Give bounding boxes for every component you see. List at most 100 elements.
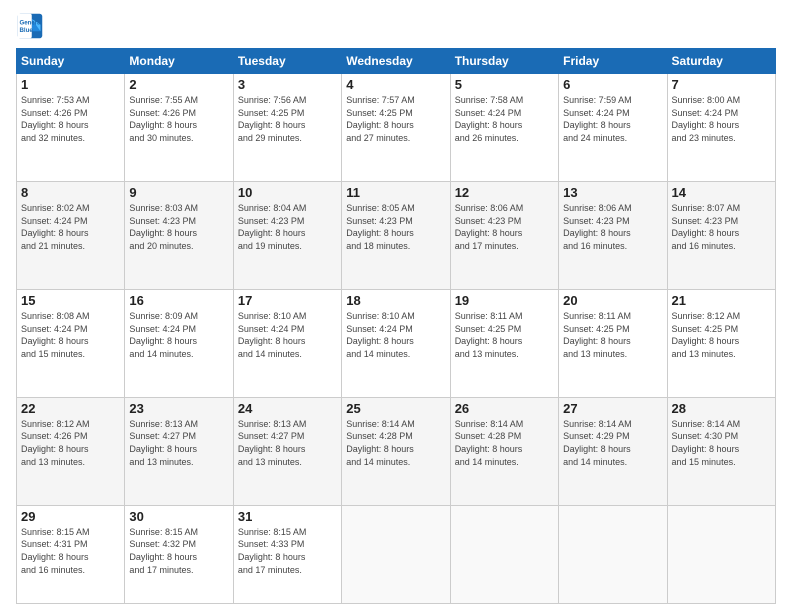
calendar-cell: 15Sunrise: 8:08 AMSunset: 4:24 PMDayligh… — [17, 289, 125, 397]
day-info: Sunrise: 7:56 AMSunset: 4:25 PMDaylight:… — [238, 94, 337, 144]
day-info: Sunrise: 8:10 AMSunset: 4:24 PMDaylight:… — [238, 310, 337, 360]
day-number: 3 — [238, 77, 337, 92]
calendar-cell: 5 Sunrise: 7:58 AMSunset: 4:24 PMDaylight… — [450, 74, 558, 182]
day-info: Sunrise: 8:09 AMSunset: 4:24 PMDaylight:… — [129, 310, 228, 360]
calendar-cell — [342, 505, 450, 603]
calendar-cell: 16 Sunrise: 8:09 AMSunset: 4:24 PMDayligh… — [125, 289, 233, 397]
day-number: 27 — [563, 401, 662, 416]
calendar-week-row: 8 Sunrise: 8:02 AMSunset: 4:24 PMDaylight… — [17, 181, 776, 289]
day-number: 5 — [455, 77, 554, 92]
day-number: 7 — [672, 77, 771, 92]
day-number: 20 — [563, 293, 662, 308]
day-info: Sunrise: 8:15 AMSunset: 4:31 PMDaylight:… — [21, 526, 120, 576]
day-info: Sunrise: 8:14 AMSunset: 4:28 PMDaylight:… — [455, 418, 554, 468]
calendar-cell: 3 Sunrise: 7:56 AMSunset: 4:25 PMDaylight… — [233, 74, 341, 182]
calendar-cell: 28 Sunrise: 8:14 AMSunset: 4:30 PMDayligh… — [667, 397, 775, 505]
calendar-header-sunday: Sunday — [17, 49, 125, 74]
day-number: 4 — [346, 77, 445, 92]
calendar-cell — [450, 505, 558, 603]
day-number: 13 — [563, 185, 662, 200]
day-info: Sunrise: 7:57 AMSunset: 4:25 PMDaylight:… — [346, 94, 445, 144]
day-info: Sunrise: 8:12 AMSunset: 4:25 PMDaylight:… — [672, 310, 771, 360]
calendar-cell: 6Sunrise: 7:59 AMSunset: 4:24 PMDaylight… — [559, 74, 667, 182]
day-number: 15 — [21, 293, 120, 308]
calendar-cell: 14 Sunrise: 8:07 AMSunset: 4:23 PMDayligh… — [667, 181, 775, 289]
calendar-cell: 9 Sunrise: 8:03 AMSunset: 4:23 PMDaylight… — [125, 181, 233, 289]
day-info: Sunrise: 8:05 AMSunset: 4:23 PMDaylight:… — [346, 202, 445, 252]
day-info: Sunrise: 8:12 AMSunset: 4:26 PMDaylight:… — [21, 418, 120, 468]
calendar-cell: 10Sunrise: 8:04 AMSunset: 4:23 PMDayligh… — [233, 181, 341, 289]
day-number: 10 — [238, 185, 337, 200]
day-number: 8 — [21, 185, 120, 200]
day-info: Sunrise: 8:13 AMSunset: 4:27 PMDaylight:… — [129, 418, 228, 468]
calendar-cell: 22Sunrise: 8:12 AMSunset: 4:26 PMDayligh… — [17, 397, 125, 505]
calendar-cell: 31Sunrise: 8:15 AMSunset: 4:33 PMDayligh… — [233, 505, 341, 603]
day-number: 25 — [346, 401, 445, 416]
day-number: 17 — [238, 293, 337, 308]
day-number: 29 — [21, 509, 120, 524]
calendar-cell: 24 Sunrise: 8:13 AMSunset: 4:27 PMDayligh… — [233, 397, 341, 505]
calendar-header-thursday: Thursday — [450, 49, 558, 74]
day-info: Sunrise: 8:15 AMSunset: 4:32 PMDaylight:… — [129, 526, 228, 576]
calendar-header-tuesday: Tuesday — [233, 49, 341, 74]
day-number: 31 — [238, 509, 337, 524]
calendar-cell: 19Sunrise: 8:11 AMSunset: 4:25 PMDayligh… — [450, 289, 558, 397]
day-number: 28 — [672, 401, 771, 416]
calendar-cell: 2 Sunrise: 7:55 AMSunset: 4:26 PMDaylight… — [125, 74, 233, 182]
calendar-cell: 23 Sunrise: 8:13 AMSunset: 4:27 PMDayligh… — [125, 397, 233, 505]
calendar-header-monday: Monday — [125, 49, 233, 74]
calendar-cell: 1Sunrise: 7:53 AMSunset: 4:26 PMDaylight… — [17, 74, 125, 182]
day-number: 6 — [563, 77, 662, 92]
svg-text:Blue: Blue — [20, 27, 34, 34]
calendar-cell: 18 Sunrise: 8:10 AMSunset: 4:24 PMDayligh… — [342, 289, 450, 397]
page-container: General Blue SundayMondayTuesdayWednesda… — [0, 0, 792, 612]
day-number: 24 — [238, 401, 337, 416]
svg-text:General: General — [20, 19, 43, 26]
day-info: Sunrise: 7:55 AMSunset: 4:26 PMDaylight:… — [129, 94, 228, 144]
calendar-cell: 7 Sunrise: 8:00 AMSunset: 4:24 PMDaylight… — [667, 74, 775, 182]
day-number: 12 — [455, 185, 554, 200]
calendar-cell: 4 Sunrise: 7:57 AMSunset: 4:25 PMDaylight… — [342, 74, 450, 182]
day-info: Sunrise: 8:14 AMSunset: 4:29 PMDaylight:… — [563, 418, 662, 468]
day-info: Sunrise: 8:06 AMSunset: 4:23 PMDaylight:… — [563, 202, 662, 252]
calendar-week-row: 22Sunrise: 8:12 AMSunset: 4:26 PMDayligh… — [17, 397, 776, 505]
day-info: Sunrise: 7:58 AMSunset: 4:24 PMDaylight:… — [455, 94, 554, 144]
logo: General Blue — [16, 12, 44, 40]
calendar-cell: 12 Sunrise: 8:06 AMSunset: 4:23 PMDayligh… — [450, 181, 558, 289]
day-number: 23 — [129, 401, 228, 416]
calendar-cell: 25Sunrise: 8:14 AMSunset: 4:28 PMDayligh… — [342, 397, 450, 505]
calendar-cell: 29 Sunrise: 8:15 AMSunset: 4:31 PMDayligh… — [17, 505, 125, 603]
calendar-header-row: SundayMondayTuesdayWednesdayThursdayFrid… — [17, 49, 776, 74]
calendar-cell: 17 Sunrise: 8:10 AMSunset: 4:24 PMDayligh… — [233, 289, 341, 397]
day-info: Sunrise: 8:13 AMSunset: 4:27 PMDaylight:… — [238, 418, 337, 468]
calendar-cell: 21 Sunrise: 8:12 AMSunset: 4:25 PMDayligh… — [667, 289, 775, 397]
calendar-cell: 27 Sunrise: 8:14 AMSunset: 4:29 PMDayligh… — [559, 397, 667, 505]
day-number: 16 — [129, 293, 228, 308]
day-info: Sunrise: 8:06 AMSunset: 4:23 PMDaylight:… — [455, 202, 554, 252]
day-info: Sunrise: 8:03 AMSunset: 4:23 PMDaylight:… — [129, 202, 228, 252]
page-header: General Blue — [16, 12, 776, 40]
calendar-cell: 13 Sunrise: 8:06 AMSunset: 4:23 PMDayligh… — [559, 181, 667, 289]
day-info: Sunrise: 8:14 AMSunset: 4:30 PMDaylight:… — [672, 418, 771, 468]
day-number: 19 — [455, 293, 554, 308]
calendar-cell: 11 Sunrise: 8:05 AMSunset: 4:23 PMDayligh… — [342, 181, 450, 289]
day-number: 18 — [346, 293, 445, 308]
calendar-table: SundayMondayTuesdayWednesdayThursdayFrid… — [16, 48, 776, 604]
day-number: 2 — [129, 77, 228, 92]
day-number: 1 — [21, 77, 120, 92]
day-info: Sunrise: 8:07 AMSunset: 4:23 PMDaylight:… — [672, 202, 771, 252]
day-info: Sunrise: 8:10 AMSunset: 4:24 PMDaylight:… — [346, 310, 445, 360]
day-number: 11 — [346, 185, 445, 200]
day-info: Sunrise: 8:02 AMSunset: 4:24 PMDaylight:… — [21, 202, 120, 252]
day-info: Sunrise: 8:11 AMSunset: 4:25 PMDaylight:… — [563, 310, 662, 360]
calendar-header-saturday: Saturday — [667, 49, 775, 74]
day-number: 21 — [672, 293, 771, 308]
calendar-cell: 8 Sunrise: 8:02 AMSunset: 4:24 PMDaylight… — [17, 181, 125, 289]
calendar-week-row: 29 Sunrise: 8:15 AMSunset: 4:31 PMDayligh… — [17, 505, 776, 603]
calendar-cell: 30 Sunrise: 8:15 AMSunset: 4:32 PMDayligh… — [125, 505, 233, 603]
day-number: 30 — [129, 509, 228, 524]
day-number: 9 — [129, 185, 228, 200]
day-info: Sunrise: 8:00 AMSunset: 4:24 PMDaylight:… — [672, 94, 771, 144]
day-number: 26 — [455, 401, 554, 416]
day-number: 14 — [672, 185, 771, 200]
